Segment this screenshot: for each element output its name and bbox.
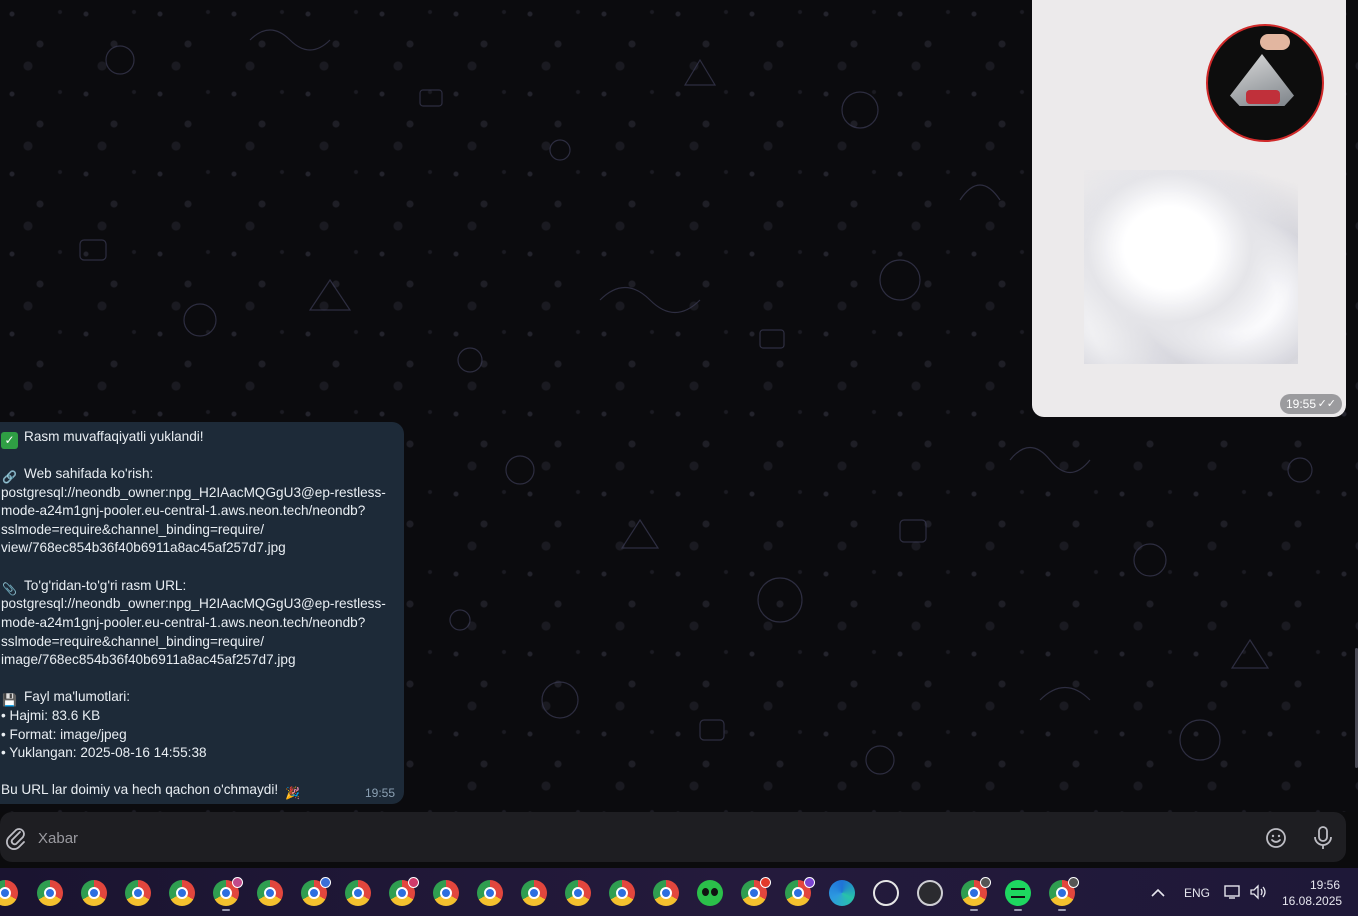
- message-line: • Yuklangan: 2025-08-16 14:55:38: [1, 745, 207, 760]
- chrome-icon[interactable]: [477, 880, 503, 906]
- chrome-icon[interactable]: [741, 877, 771, 906]
- chrome-icon[interactable]: [1049, 877, 1079, 906]
- message-line: Bu URL lar doimiy va hech qachon o'chmay…: [1, 782, 301, 800]
- chrome-icon[interactable]: [125, 880, 151, 906]
- message-line: postgresql://neondb_owner:npg_H2IAacMQGg…: [1, 596, 386, 611]
- chrome-icon[interactable]: [609, 880, 635, 906]
- message-time: 19:55: [365, 786, 396, 800]
- volume-icon[interactable]: [1249, 884, 1267, 900]
- active-indicator: [1014, 909, 1022, 911]
- clock-time[interactable]: 19:56: [1310, 878, 1340, 892]
- chrome-icon[interactable]: [37, 880, 63, 906]
- chrome-icon[interactable]: [521, 880, 547, 906]
- chrome-icon[interactable]: [169, 880, 195, 906]
- spotify-icon[interactable]: [1005, 880, 1031, 906]
- network-icon[interactable]: [1224, 884, 1242, 900]
- message-line: mode-a24m1gnj-pooler.eu-central-1.aws.ne…: [1, 503, 366, 518]
- message-line: 💾 Fayl ma'lumotlari:: [2, 689, 131, 707]
- message-line: • Hajmi: 83.6 KB: [1, 708, 101, 723]
- message-line: • Format: image/jpeg: [1, 727, 127, 742]
- active-indicator: [1058, 909, 1066, 911]
- smiley-icon[interactable]: [1264, 826, 1288, 850]
- chrome-icon[interactable]: [389, 877, 419, 906]
- chrome-icon[interactable]: [345, 880, 371, 906]
- clock-date[interactable]: 16.08.2025: [1282, 894, 1342, 908]
- profile-badge-icon: [980, 877, 991, 888]
- message-composer: [0, 812, 1346, 862]
- party-popper-icon: 🎉: [285, 786, 301, 800]
- app-icon-green[interactable]: [697, 880, 723, 906]
- paperclip-icon[interactable]: [4, 826, 28, 850]
- language-indicator[interactable]: ENG: [1184, 886, 1210, 900]
- image-message-time: 19:55 ✓✓: [1280, 394, 1342, 414]
- product-image: [1084, 170, 1298, 364]
- taskbar: ENG 19:56 16.08.2025: [0, 868, 1358, 916]
- profile-badge-icon: [804, 877, 815, 888]
- profile-badge-icon: [320, 877, 331, 888]
- profile-badge-icon: [1068, 877, 1079, 888]
- chrome-icon[interactable]: [433, 880, 459, 906]
- chrome-icon[interactable]: [213, 877, 243, 906]
- chrome-icon[interactable]: [0, 880, 18, 906]
- profile-badge-icon: [760, 877, 771, 888]
- chrome-icon[interactable]: [81, 880, 107, 906]
- message-line: view/768ec854b36f40b6911a8ac45af257d7.jp…: [1, 540, 286, 555]
- chrome-icon[interactable]: [565, 880, 591, 906]
- edge-icon[interactable]: [829, 880, 855, 906]
- message-line: image/768ec854b36f40b6911a8ac45af257d7.j…: [1, 652, 296, 667]
- message-line: ✓ Rasm muvaffaqiyatli yuklandi!: [1, 428, 204, 449]
- fruit-shape: [1246, 90, 1280, 104]
- message-line: sslmode=require&channel_binding=require/: [1, 634, 264, 649]
- message-line: 🔗 Web sahifada ko'rish:: [2, 466, 154, 484]
- message-input[interactable]: [38, 828, 1238, 848]
- image-time-label: 19:55: [1286, 397, 1317, 411]
- chrome-icon[interactable]: [301, 877, 331, 906]
- chevron-up-icon[interactable]: [1151, 888, 1165, 898]
- active-indicator: [970, 909, 978, 911]
- chatgpt-icon[interactable]: [873, 880, 899, 906]
- message-line: mode-a24m1gnj-pooler.eu-central-1.aws.ne…: [1, 615, 366, 630]
- obs-icon[interactable]: [917, 880, 943, 906]
- chrome-icon[interactable]: [653, 880, 679, 906]
- double-check-icon: ✓✓: [1317, 398, 1336, 410]
- message-line: sslmode=require&channel_binding=require/: [1, 522, 264, 537]
- microphone-icon[interactable]: [1312, 825, 1334, 851]
- profile-badge-icon: [408, 877, 419, 888]
- product-thumbnail-circle: [1206, 24, 1324, 142]
- chrome-icon[interactable]: [961, 877, 991, 906]
- hand-shape: [1260, 34, 1290, 50]
- active-indicator: [222, 909, 230, 911]
- profile-badge-icon: [232, 877, 243, 888]
- message-line: postgresql://neondb_owner:npg_H2IAacMQGg…: [1, 485, 386, 500]
- check-mark-button-icon: ✓: [1, 432, 18, 449]
- chrome-icon[interactable]: [257, 880, 283, 906]
- chrome-icon[interactable]: [785, 877, 815, 906]
